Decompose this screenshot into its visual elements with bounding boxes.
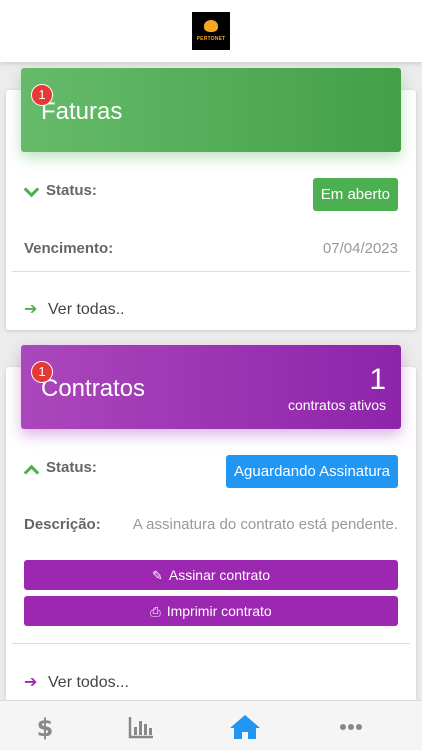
nav-tab-more[interactable] xyxy=(331,713,371,741)
faturas-title: Faturas xyxy=(41,98,123,125)
faturas-card: Faturas 1 Status: Em aberto Vencimento: … xyxy=(6,68,416,330)
logo-sun-icon xyxy=(204,20,218,32)
contratos-status-badge: Aguardando Assinatura xyxy=(226,455,398,488)
bar-chart-icon xyxy=(128,717,153,739)
arrow-right-icon: ➔ xyxy=(24,301,38,318)
faturas-notification-badge: 1 xyxy=(31,84,53,106)
nav-tab-faturas[interactable]: $ xyxy=(25,713,65,742)
contratos-count: 1 contratos ativos xyxy=(287,363,386,414)
arrow-right-icon: ➔ xyxy=(24,674,38,691)
nav-tab-consumo[interactable] xyxy=(121,713,161,741)
contratos-status-row[interactable]: Status: Aguardando Assinatura xyxy=(23,455,398,493)
contratos-descricao-row: Descrição: A assinatura do contrato está… xyxy=(24,516,398,536)
faturas-ver-todas-link[interactable]: ➔ Ver todas.. xyxy=(24,299,125,319)
faturas-header[interactable]: Faturas xyxy=(21,68,401,152)
print-icon: ⎙ xyxy=(150,604,161,619)
faturas-vencimento-label: Vencimento: xyxy=(24,240,114,257)
nav-tab-home[interactable] xyxy=(225,713,265,741)
divider xyxy=(12,643,410,644)
dollar-icon: $ xyxy=(37,714,54,742)
bottom-navigation: $ xyxy=(0,700,422,750)
faturas-ver-todas-label: Ver todas.. xyxy=(48,301,125,318)
faturas-status-label: Status: xyxy=(46,182,97,199)
top-bar: PERTONET xyxy=(0,0,422,62)
pen-icon: ✎ xyxy=(151,568,163,583)
contratos-notification-badge: 1 xyxy=(31,361,53,383)
sign-contract-button[interactable]: ✎ Assinar contrato xyxy=(24,560,398,590)
divider xyxy=(12,271,410,272)
chevron-up-icon[interactable] xyxy=(23,464,40,481)
app-logo: PERTONET xyxy=(192,12,230,50)
contratos-ver-todos-link[interactable]: ➔ Ver todos... xyxy=(24,672,129,692)
contratos-header[interactable]: Contratos 1 contratos ativos xyxy=(21,345,401,429)
faturas-status-row[interactable]: Status: Em aberto xyxy=(23,178,398,216)
sign-contract-label: Assinar contrato xyxy=(168,567,271,583)
contratos-status-label: Status: xyxy=(46,459,97,476)
print-contract-button[interactable]: ⎙ Imprimir contrato xyxy=(24,596,398,626)
contratos-descricao-label: Descrição: xyxy=(24,516,101,533)
contratos-card: Contratos 1 contratos ativos 1 Status: A… xyxy=(6,345,416,707)
contratos-count-label: contratos ativos xyxy=(287,397,386,413)
contratos-descricao-value: A assinatura do contrato está pendente. xyxy=(132,516,398,533)
faturas-vencimento-row: Vencimento: 07/04/2023 xyxy=(24,240,398,260)
more-icon xyxy=(340,724,362,730)
svg-text:$: $ xyxy=(37,714,54,741)
print-contract-label: Imprimir contrato xyxy=(166,603,272,619)
faturas-status-badge: Em aberto xyxy=(312,178,398,211)
contratos-count-number: 1 xyxy=(369,363,386,396)
home-icon xyxy=(230,715,260,739)
chevron-down-icon[interactable] xyxy=(23,181,40,198)
logo-text: PERTONET xyxy=(196,36,226,42)
contratos-ver-todos-label: Ver todos... xyxy=(48,674,129,691)
faturas-vencimento-value: 07/04/2023 xyxy=(322,240,398,257)
contratos-title: Contratos xyxy=(41,375,146,402)
